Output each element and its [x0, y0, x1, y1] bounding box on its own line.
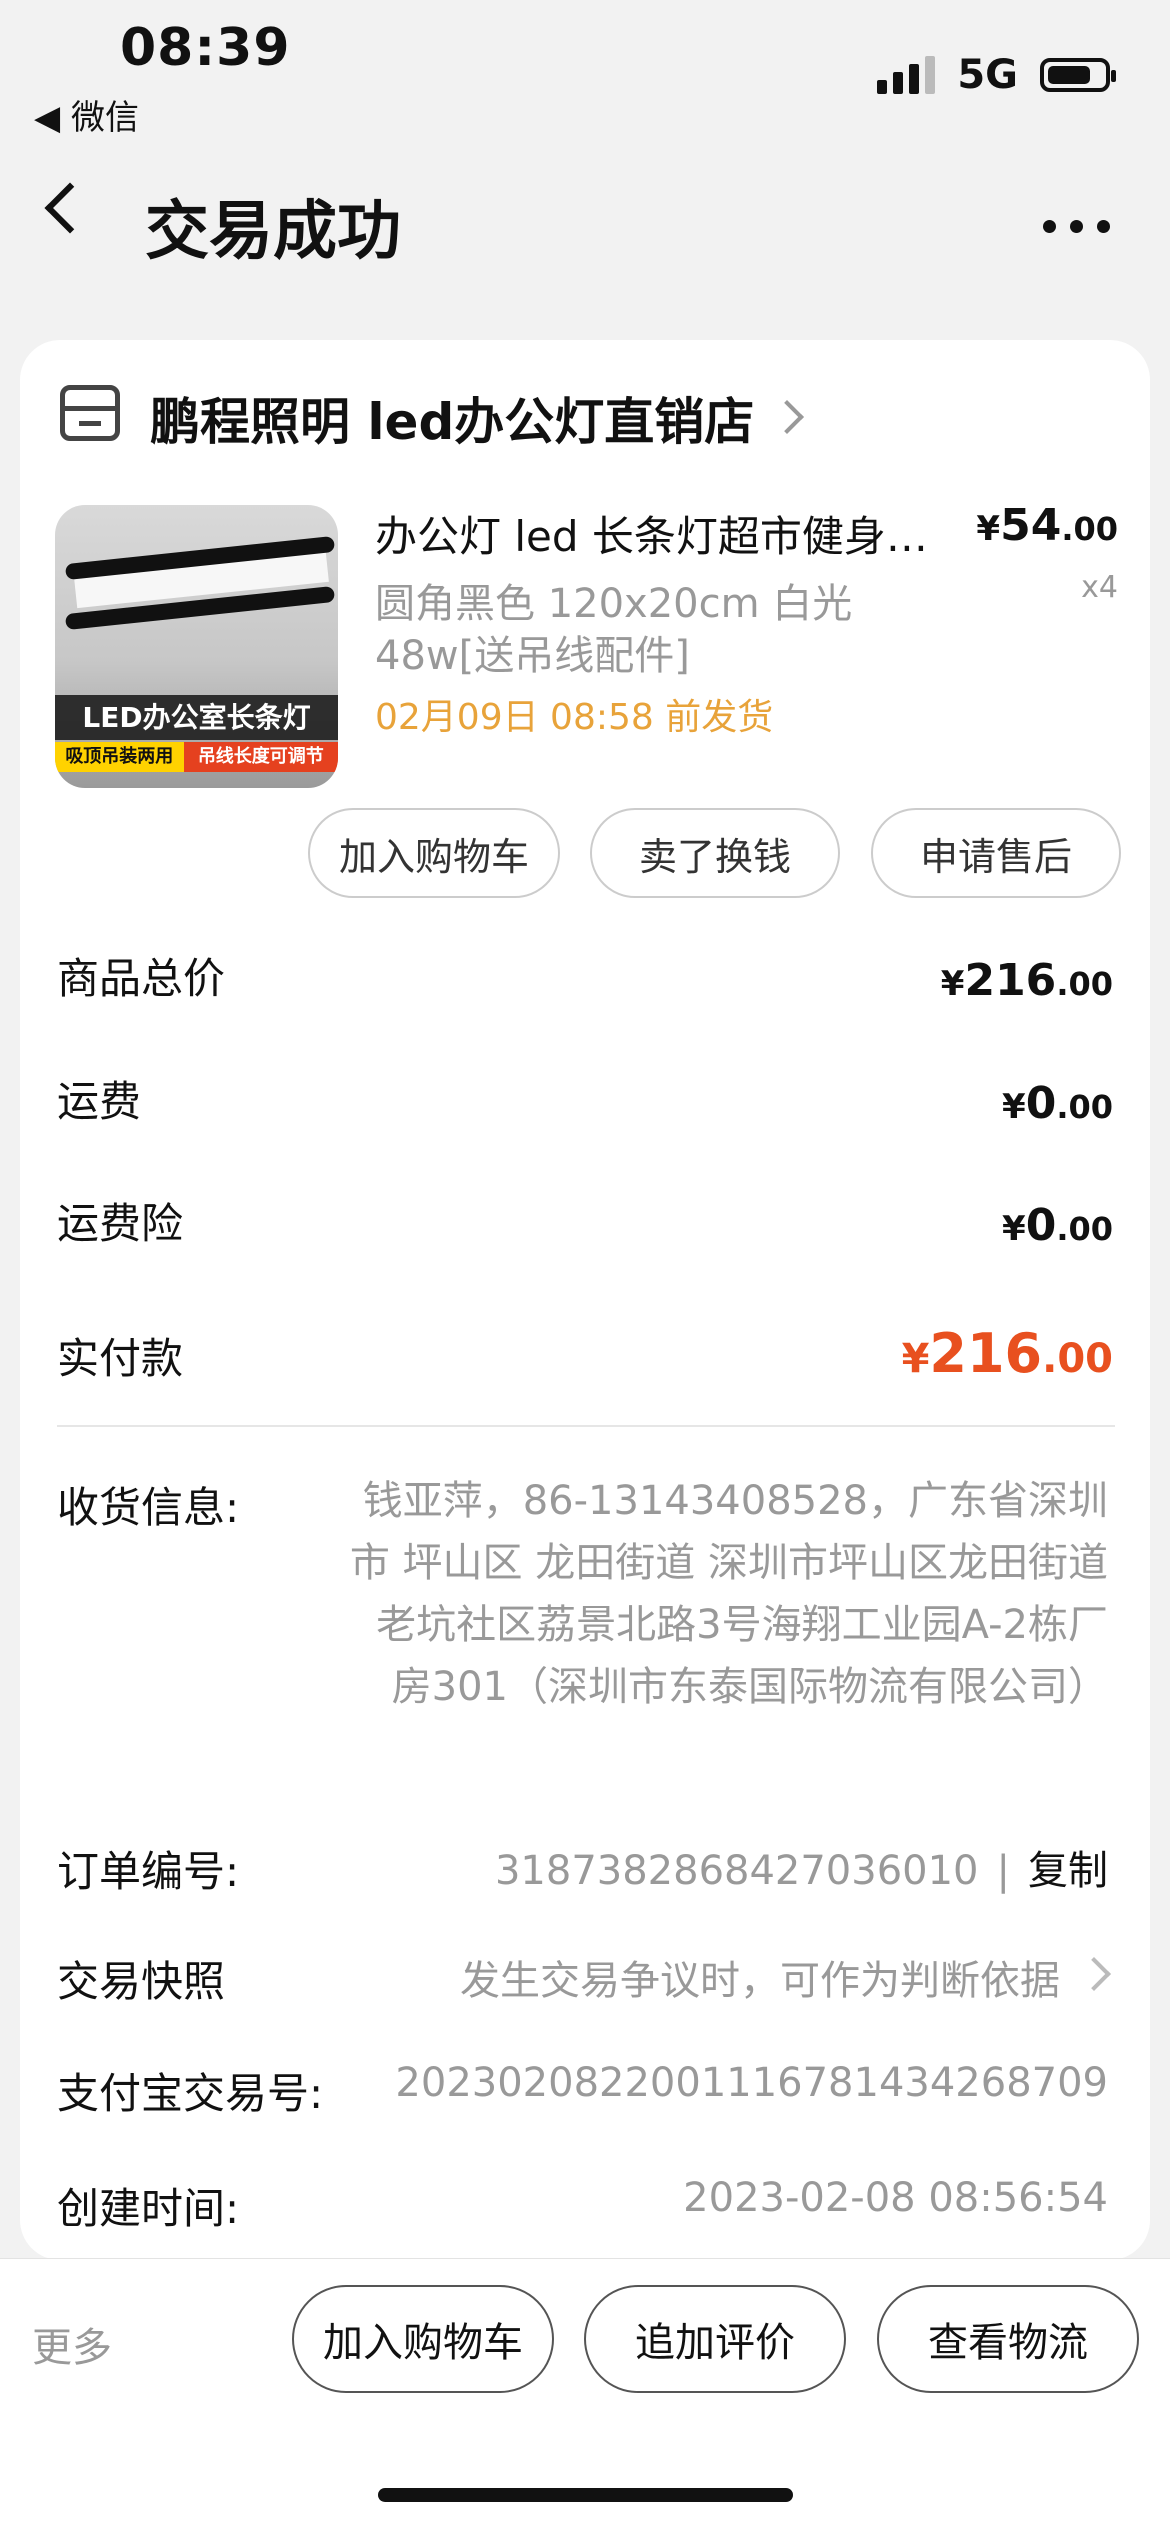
chevron-left-icon[interactable] [44, 182, 96, 234]
divider [57, 1425, 1115, 1427]
separator: | [996, 1848, 1010, 1894]
store-name[interactable]: 鹏程照明 led办公灯直销店 [150, 382, 754, 454]
product-quantity: x4 [1081, 570, 1118, 605]
goods-total-label: 商品总价 [57, 954, 226, 1003]
network-type: 5G [957, 52, 1018, 98]
paid-value: ¥216.00 [901, 1322, 1113, 1385]
resell-button[interactable]: 卖了换钱 [590, 808, 840, 898]
order-number-row: 3187382868427036010 | 复制 [495, 1838, 1108, 1896]
ship-deadline: 02月09日 08:58 前发货 [375, 697, 774, 738]
order-number-label: 订单编号: [57, 1847, 240, 1896]
address-label: 收货信息: [57, 1483, 240, 1532]
alipay-label: 支付宝交易号: [57, 2069, 324, 2118]
back-to-app-link[interactable]: ◀ 微信 [34, 90, 139, 139]
paid-label: 实付款 [57, 1334, 184, 1383]
home-indicator[interactable] [378, 2488, 793, 2502]
snapshot-link[interactable]: 发生交易争议时，可作为判断依据 [460, 1948, 1060, 2006]
insurance-value: ¥0.00 [1002, 1200, 1113, 1251]
copy-button[interactable]: 复制 [1028, 1848, 1108, 1894]
product-spec: 圆角黑色 120x20cm 白光 48w[送吊线配件] [375, 581, 853, 679]
status-time: 08:39 [120, 18, 291, 78]
snapshot-label: 交易快照 [57, 1957, 226, 2006]
product-price: ¥54.00 [976, 500, 1118, 551]
add-to-cart-button[interactable]: 加入购物车 [308, 808, 560, 898]
after-sale-button[interactable]: 申请售后 [871, 808, 1121, 898]
address-value: 钱亚萍，86-13143408528，广东省深圳市 坪山区 龙田街道 深圳市坪山… [349, 1478, 1108, 1710]
product-image-tag: 吊线长度可调节 [183, 742, 338, 772]
shipping-label: 运费 [57, 1077, 142, 1126]
add-review-button[interactable]: 追加评价 [584, 2285, 846, 2393]
insurance-label: 运费险 [57, 1199, 184, 1248]
created-label: 创建时间: [57, 2184, 240, 2233]
store-icon [60, 385, 120, 441]
product-image-banner: LED办公室长条灯 [55, 695, 338, 740]
goods-total-value: ¥216.00 [940, 955, 1113, 1006]
product-name[interactable]: 办公灯 led 长条灯超市健身房商用吊灯 [375, 503, 945, 564]
alipay-number: 2023020822001116781434268709 [395, 2060, 1108, 2106]
status-indicators: 5G [877, 52, 1116, 98]
product-image[interactable]: LED办公室长条灯 吸顶吊装两用 吊线长度可调节 [55, 505, 338, 788]
page-title: 交易成功 [145, 195, 401, 269]
shipping-value: ¥0.00 [1002, 1078, 1113, 1129]
product-image-tag: 吸顶吊装两用 [55, 742, 184, 772]
signal-icon [877, 56, 936, 94]
view-logistics-button[interactable]: 查看物流 [877, 2285, 1139, 2393]
battery-icon [1040, 58, 1116, 92]
order-number: 3187382868427036010 [494, 1848, 979, 1894]
add-to-cart-button[interactable]: 加入购物车 [292, 2285, 554, 2393]
more-link[interactable]: 更多 [32, 2315, 112, 2373]
created-time: 2023-02-08 08:56:54 [683, 2175, 1108, 2221]
more-dots-icon[interactable] [1043, 220, 1110, 233]
